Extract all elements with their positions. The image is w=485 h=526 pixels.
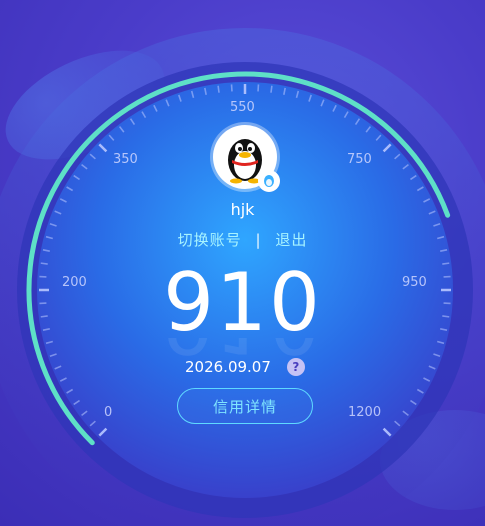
switch-account-link[interactable]: 切换账号 <box>178 231 242 249</box>
gauge-label-550: 550 <box>230 100 255 115</box>
gauge-tick <box>270 85 273 93</box>
qq-badge-icon <box>258 170 280 192</box>
credit-details-button[interactable]: 信用详情 <box>177 388 313 424</box>
account-links-separator: | <box>255 231 262 249</box>
help-icon[interactable]: ? <box>286 358 305 376</box>
account-links: 切换账号 | 退出 <box>0 229 485 250</box>
score-date: 2026.09.07 <box>185 358 271 376</box>
logout-link[interactable]: 退出 <box>275 231 307 249</box>
gauge-label-1200: 1200 <box>348 405 382 420</box>
gauge-tick <box>217 85 220 93</box>
credit-score: 910 <box>163 256 322 349</box>
gauge-label-750: 750 <box>347 152 372 167</box>
gauge-label-0: 0 <box>104 405 113 420</box>
gauge-label-350: 350 <box>113 152 138 167</box>
score-date-row: 2026.09.07 ? <box>185 358 305 376</box>
avatar[interactable] <box>213 125 280 192</box>
username: hjk <box>230 200 255 219</box>
